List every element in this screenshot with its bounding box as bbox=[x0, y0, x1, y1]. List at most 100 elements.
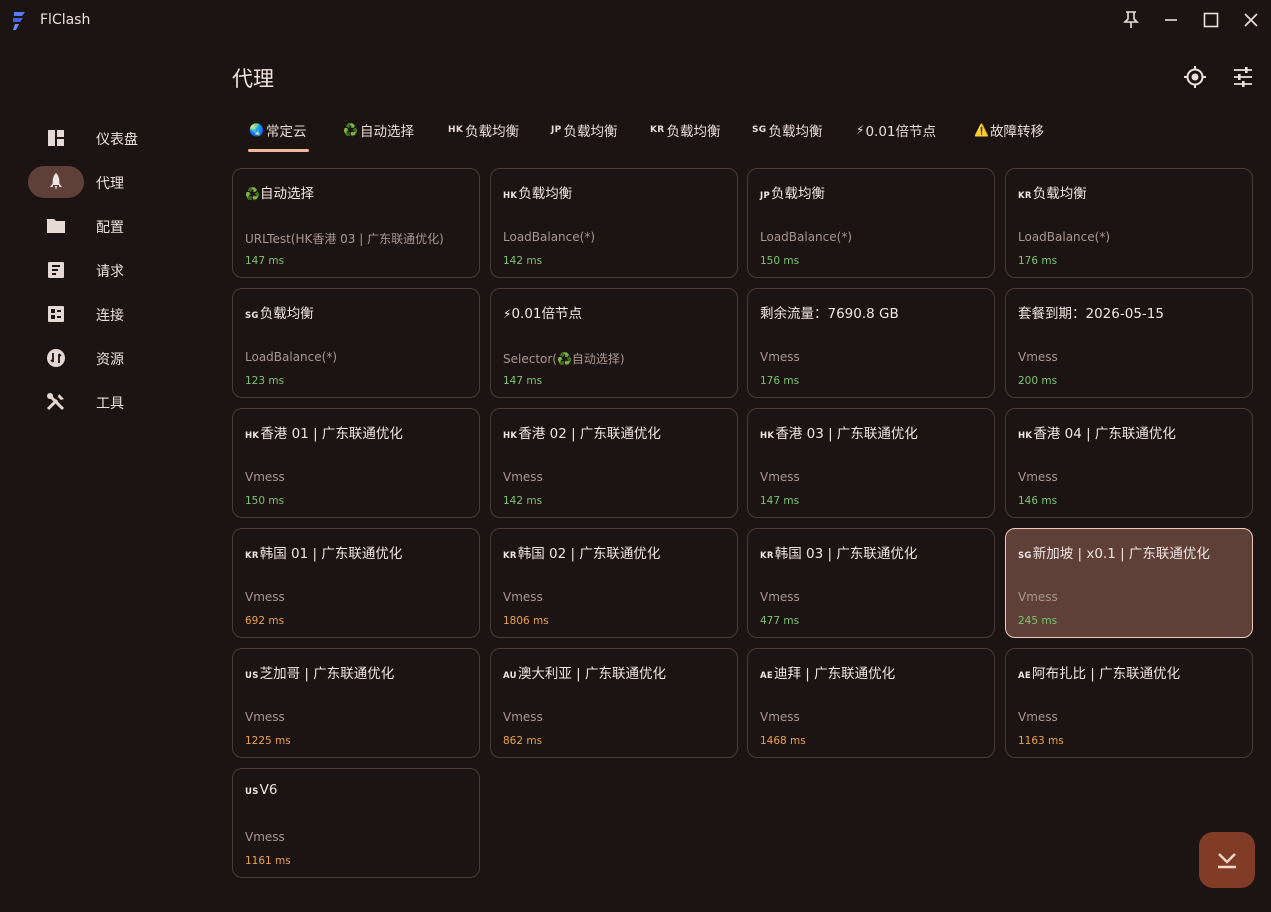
proxy-card[interactable]: JP负载均衡 LoadBalance(*) 150 ms bbox=[747, 168, 995, 278]
proxy-type: Vmess bbox=[503, 710, 543, 724]
proxy-name-text: 新加坡 | x0.1 | 广东联通优化 bbox=[1032, 546, 1210, 562]
proxy-delay[interactable]: 142 ms bbox=[503, 255, 542, 267]
tab-kr-loadbalance[interactable]: KR 负载均衡 bbox=[650, 112, 721, 148]
proxy-delay[interactable]: 692 ms bbox=[245, 615, 284, 627]
proxy-card[interactable]: US芝加哥 | 广东联通优化 Vmess 1225 ms bbox=[232, 648, 480, 758]
proxy-card[interactable]: ⚡0.01倍节点 Selector(♻️自动选择) 147 ms bbox=[490, 288, 738, 398]
lightning-icon: ⚡ bbox=[856, 123, 865, 137]
locate-icon bbox=[1184, 66, 1206, 88]
settings-button[interactable] bbox=[1230, 64, 1256, 90]
sidebar-item-profiles[interactable]: 配置 bbox=[28, 210, 188, 242]
proxy-card[interactable]: AU澳大利亚 | 广东联通优化 Vmess 862 ms bbox=[490, 648, 738, 758]
proxy-card[interactable]: SG新加坡 | x0.1 | 广东联通优化 Vmess 245 ms bbox=[1005, 528, 1253, 638]
proxy-delay[interactable]: 1161 ms bbox=[245, 855, 291, 867]
proxy-delay[interactable]: 477 ms bbox=[760, 615, 799, 627]
proxy-delay[interactable]: 147 ms bbox=[503, 375, 542, 387]
proxy-name-text: 自动选择 bbox=[259, 186, 314, 202]
proxy-delay[interactable]: 1163 ms bbox=[1018, 735, 1064, 747]
tab-jp-loadbalance[interactable]: JP 负载均衡 bbox=[551, 112, 618, 148]
minimize-button[interactable] bbox=[1157, 8, 1185, 32]
proxy-name: US芝加哥 | 广东联通优化 bbox=[245, 662, 394, 682]
sidebar-item-label: 代理 bbox=[96, 176, 124, 192]
recycle-icon: ♻️ bbox=[343, 123, 358, 137]
proxy-name-text: 套餐到期：2026-05-15 bbox=[1018, 306, 1164, 322]
tab-auto-select[interactable]: ♻️ 自动选择 bbox=[343, 112, 414, 148]
sidebar-item-resources[interactable]: 资源 bbox=[28, 342, 188, 374]
proxy-delay[interactable]: 146 ms bbox=[1018, 495, 1057, 507]
proxy-card[interactable]: AE阿布扎比 | 广东联通优化 Vmess 1163 ms bbox=[1005, 648, 1253, 758]
pin-button[interactable] bbox=[1117, 8, 1145, 32]
proxy-type: Vmess bbox=[1018, 470, 1058, 484]
proxy-delay[interactable]: 150 ms bbox=[760, 255, 799, 267]
proxy-flag-icon: KR bbox=[245, 551, 259, 561]
tab-low-rate-nodes[interactable]: ⚡ 0.01倍节点 bbox=[856, 112, 936, 148]
sidebar-item-label: 仪表盘 bbox=[96, 132, 138, 148]
proxy-type: LoadBalance(*) bbox=[1018, 230, 1111, 244]
proxy-name-text: 香港 01 | 广东联通优化 bbox=[260, 426, 403, 442]
proxy-card[interactable]: HK香港 01 | 广东联通优化 Vmess 150 ms bbox=[232, 408, 480, 518]
proxy-delay[interactable]: 176 ms bbox=[1018, 255, 1057, 267]
proxy-name-text: 香港 04 | 广东联通优化 bbox=[1033, 426, 1176, 442]
sidebar-item-label: 工具 bbox=[96, 396, 124, 412]
sidebar-item-proxy[interactable]: 代理 bbox=[28, 166, 188, 198]
sidebar-item-requests[interactable]: 请求 bbox=[28, 254, 188, 286]
proxy-delay[interactable]: 862 ms bbox=[503, 735, 542, 747]
tab-fallback[interactable]: ⚠️ 故障转移 bbox=[974, 112, 1044, 148]
proxy-name-text: 韩国 03 | 广东联通优化 bbox=[774, 546, 918, 562]
proxy-card[interactable]: KR韩国 02 | 广东联通优化 Vmess 1806 ms bbox=[490, 528, 738, 638]
proxy-card[interactable]: HK香港 03 | 广东联通优化 Vmess 147 ms bbox=[747, 408, 995, 518]
proxy-flag-icon: HK bbox=[503, 191, 518, 201]
proxy-flag-icon: HK bbox=[1018, 431, 1033, 441]
proxy-name: HK香港 03 | 广东联通优化 bbox=[760, 422, 918, 442]
proxy-delay[interactable]: 1806 ms bbox=[503, 615, 549, 627]
proxy-card[interactable]: ♻️自动选择 URLTest(HK香港 03 | 广东联通优化) 147 ms bbox=[232, 168, 480, 278]
proxy-card[interactable]: USV6 Vmess 1161 ms bbox=[232, 768, 480, 878]
proxy-delay[interactable]: 142 ms bbox=[503, 495, 542, 507]
tab-hk-loadbalance[interactable]: HK 负载均衡 bbox=[448, 112, 519, 148]
sidebar-item-dashboard[interactable]: 仪表盘 bbox=[28, 122, 188, 154]
tab-sg-loadbalance[interactable]: SG 负载均衡 bbox=[752, 112, 822, 148]
proxy-card[interactable]: KR韩国 01 | 广东联通优化 Vmess 692 ms bbox=[232, 528, 480, 638]
proxy-delay[interactable]: 1468 ms bbox=[760, 735, 806, 747]
proxy-card[interactable]: SG负载均衡 LoadBalance(*) 123 ms bbox=[232, 288, 480, 398]
proxy-card[interactable]: HK香港 02 | 广东联通优化 Vmess 142 ms bbox=[490, 408, 738, 518]
proxy-name-text: V6 bbox=[259, 782, 278, 798]
proxy-card[interactable]: KR韩国 03 | 广东联通优化 Vmess 477 ms bbox=[747, 528, 995, 638]
proxy-name-text: 迪拜 | 广东联通优化 bbox=[774, 666, 896, 682]
maximize-button[interactable] bbox=[1197, 8, 1225, 32]
kr-flag-icon: KR bbox=[650, 125, 665, 135]
proxy-delay[interactable]: 200 ms bbox=[1018, 375, 1057, 387]
sidebar-item-label: 请求 bbox=[96, 264, 124, 280]
proxy-name-text: 澳大利亚 | 广东联通优化 bbox=[517, 666, 666, 682]
proxy-card[interactable]: AE迪拜 | 广东联通优化 Vmess 1468 ms bbox=[747, 648, 995, 758]
sidebar-item-tools[interactable]: 工具 bbox=[28, 386, 188, 418]
proxy-card[interactable]: HK香港 04 | 广东联通优化 Vmess 146 ms bbox=[1005, 408, 1253, 518]
proxy-card[interactable]: KR负载均衡 LoadBalance(*) 176 ms bbox=[1005, 168, 1253, 278]
proxy-delay[interactable]: 1225 ms bbox=[245, 735, 291, 747]
proxy-card[interactable]: HK负载均衡 LoadBalance(*) 142 ms bbox=[490, 168, 738, 278]
proxy-card[interactable]: 套餐到期：2026-05-15 Vmess 200 ms bbox=[1005, 288, 1253, 398]
rocket-icon bbox=[44, 172, 68, 192]
tab-changdingyun[interactable]: 🌏 常定云 bbox=[249, 112, 306, 148]
proxy-delay[interactable]: 245 ms bbox=[1018, 615, 1057, 627]
locate-button[interactable] bbox=[1182, 64, 1208, 90]
proxy-type: Vmess bbox=[760, 350, 800, 364]
proxy-name-text: 剩余流量：7690.8 GB bbox=[760, 306, 899, 322]
proxy-delay[interactable]: 176 ms bbox=[760, 375, 799, 387]
proxy-flag-icon: AE bbox=[760, 671, 773, 681]
proxy-delay[interactable]: 147 ms bbox=[245, 255, 284, 267]
sidebar-item-connections[interactable]: 连接 bbox=[28, 298, 188, 330]
proxy-flag-icon: KR bbox=[760, 551, 774, 561]
proxy-name: 剩余流量：7690.8 GB bbox=[760, 302, 899, 322]
proxy-group-tabs: 🌏 常定云 ♻️ 自动选择 HK 负载均衡 JP 负载均衡 KR 负载均衡 SG 负载均衡 … bbox=[232, 112, 1262, 156]
proxy-flag-icon: JP bbox=[760, 191, 770, 201]
proxy-delay[interactable]: 147 ms bbox=[760, 495, 799, 507]
proxy-delay[interactable]: 150 ms bbox=[245, 495, 284, 507]
close-button[interactable] bbox=[1237, 8, 1265, 32]
app-name: FlClash bbox=[40, 12, 91, 28]
proxy-name: KR韩国 01 | 广东联通优化 bbox=[245, 542, 402, 562]
test-delay-button[interactable] bbox=[1199, 832, 1255, 888]
proxy-card[interactable]: 剩余流量：7690.8 GB Vmess 176 ms bbox=[747, 288, 995, 398]
proxy-flag-icon: AE bbox=[1018, 671, 1031, 681]
proxy-delay[interactable]: 123 ms bbox=[245, 375, 284, 387]
